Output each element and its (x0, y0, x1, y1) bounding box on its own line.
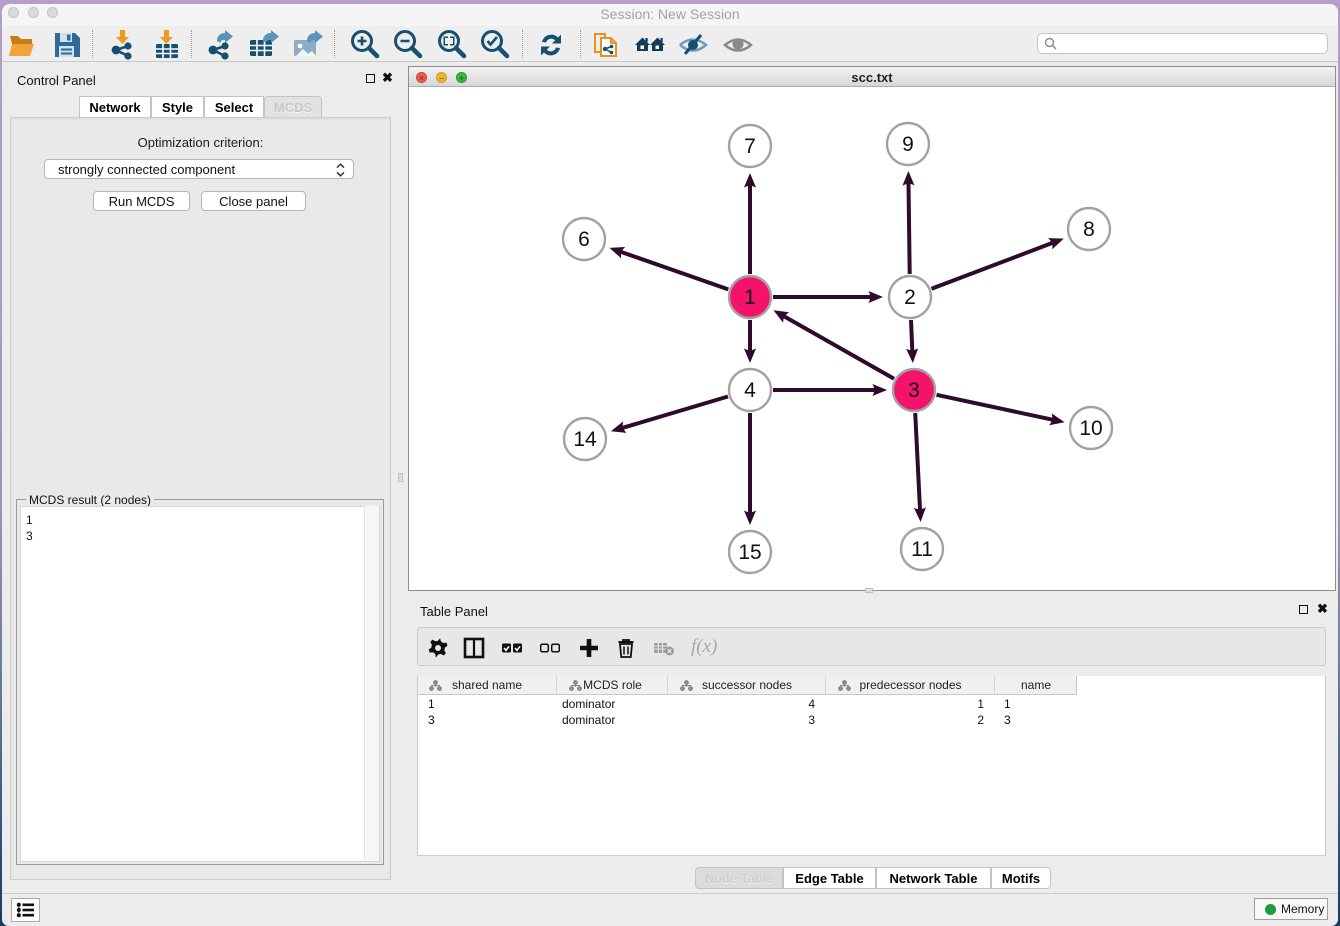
svg-text:2: 2 (904, 286, 916, 309)
svg-text:8: 8 (1083, 218, 1095, 241)
svg-text:7: 7 (744, 135, 756, 158)
svg-text:3: 3 (908, 379, 920, 402)
svg-text:11: 11 (911, 538, 933, 561)
svg-text:4: 4 (744, 379, 756, 402)
svg-text:15: 15 (738, 541, 761, 564)
svg-text:6: 6 (578, 228, 590, 251)
svg-text:1: 1 (744, 286, 756, 309)
svg-text:9: 9 (902, 133, 914, 156)
svg-text:10: 10 (1079, 417, 1102, 440)
svg-text:14: 14 (573, 428, 597, 451)
